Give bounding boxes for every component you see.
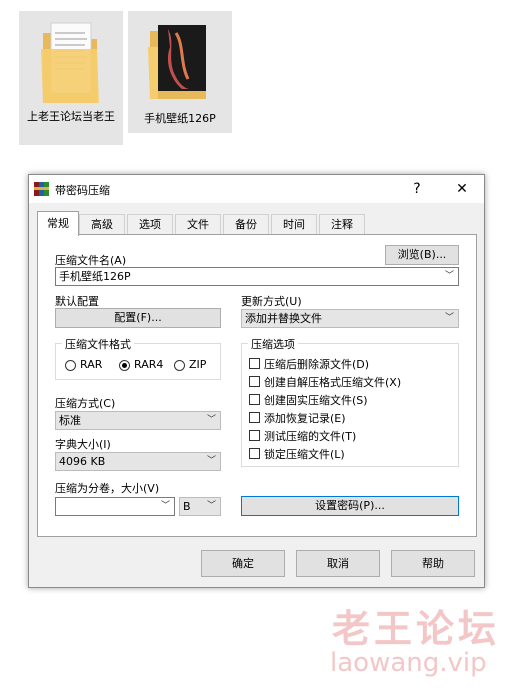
option-label: 添加恢复记录(E) xyxy=(264,412,346,425)
dict-label: 字典大小(I) xyxy=(55,438,111,451)
chevron-down-icon: ﹀ xyxy=(206,501,216,511)
method-label: 压缩方式(C) xyxy=(55,397,116,410)
file-label: 上老王论坛当老王 xyxy=(27,110,115,123)
option-label: 创建固实压缩文件(S) xyxy=(264,394,368,407)
set-password-button[interactable]: 设置密码(P)... xyxy=(241,496,459,516)
option-label: 锁定压缩文件(L) xyxy=(264,448,345,461)
option-label: 压缩后删除源文件(D) xyxy=(264,358,370,371)
chevron-down-icon: ﹀ xyxy=(444,313,454,323)
tab-advanced[interactable]: 高级 xyxy=(79,214,125,235)
tab-general[interactable]: 常规 xyxy=(37,211,79,236)
format-radio-rar[interactable] xyxy=(65,360,76,371)
close-icon[interactable]: ✕ xyxy=(452,179,472,199)
split-label: 压缩为分卷，大小(V) xyxy=(55,482,160,495)
help-button[interactable]: 帮助 xyxy=(391,550,475,577)
help-icon[interactable]: ? xyxy=(407,179,427,199)
option-checkbox[interactable] xyxy=(249,376,260,387)
archive-name-value: 手机壁纸126P xyxy=(59,270,131,283)
dialog-title: 带密码压缩 xyxy=(55,184,110,197)
tab-files[interactable]: 文件 xyxy=(175,214,221,235)
method-select[interactable]: 标准 ﹀ xyxy=(55,411,221,430)
tab-options[interactable]: 选项 xyxy=(127,214,173,235)
default-profile-label: 默认配置 xyxy=(55,295,99,308)
options-group-title: 压缩选项 xyxy=(248,336,298,352)
dict-value: 4096 KB xyxy=(59,455,106,468)
folder-icon xyxy=(41,22,99,103)
dict-select[interactable]: 4096 KB ﹀ xyxy=(55,452,221,471)
options-group: 压缩选项 压缩后删除源文件(D) 创建自解压格式压缩文件(X) 创建固实压缩文件… xyxy=(241,336,459,467)
split-size-combo[interactable]: ﹀ xyxy=(55,497,175,516)
option-checkbox[interactable] xyxy=(249,358,260,369)
format-label: RAR xyxy=(80,358,103,371)
chevron-down-icon: ﹀ xyxy=(160,501,170,511)
format-label: ZIP xyxy=(189,358,207,371)
format-radio-rar4[interactable] xyxy=(119,360,130,371)
folder-icon xyxy=(148,25,206,99)
split-unit-value: B xyxy=(183,500,191,513)
chevron-down-icon: ﹀ xyxy=(444,271,454,281)
chevron-down-icon: ﹀ xyxy=(206,456,216,466)
title-bar[interactable]: 带密码压缩 ? ✕ xyxy=(29,175,484,203)
ok-button[interactable]: 确定 xyxy=(201,550,285,577)
tab-backup[interactable]: 备份 xyxy=(223,214,269,235)
method-value: 标准 xyxy=(59,414,81,427)
option-checkbox[interactable] xyxy=(249,448,260,459)
file-item-wallpaper[interactable]: 手机壁纸126P xyxy=(128,11,232,133)
option-checkbox[interactable] xyxy=(249,430,260,441)
format-group: 压缩文件格式 RAR RAR4 ZIP xyxy=(55,336,221,380)
update-mode-select[interactable]: 添加并替换文件 ﹀ xyxy=(241,309,459,328)
archive-name-combo[interactable]: 手机壁纸126P ﹀ xyxy=(55,267,459,286)
file-item-laowang[interactable]: 上老王论坛当老王 xyxy=(19,11,123,145)
profile-button[interactable]: 配置(F)... xyxy=(55,308,221,328)
tab-comment[interactable]: 注释 xyxy=(319,214,365,235)
watermark-url: laowang.vip xyxy=(330,648,487,678)
format-radio-zip[interactable] xyxy=(174,360,185,371)
cancel-button[interactable]: 取消 xyxy=(296,550,380,577)
option-checkbox[interactable] xyxy=(249,394,260,405)
option-label: 测试压缩的文件(T) xyxy=(264,430,357,443)
winrar-icon xyxy=(34,182,49,196)
watermark-text: 老王论坛 xyxy=(332,607,501,651)
tab-time[interactable]: 时间 xyxy=(271,214,317,235)
update-mode-label: 更新方式(U) xyxy=(241,295,302,308)
format-label: RAR4 xyxy=(134,358,164,371)
update-mode-value: 添加并替换文件 xyxy=(245,312,322,325)
option-label: 创建自解压格式压缩文件(X) xyxy=(264,376,402,389)
archive-name-label: 压缩文件名(A) xyxy=(55,254,127,267)
format-group-title: 压缩文件格式 xyxy=(62,336,134,352)
general-panel: 压缩文件名(A) 浏览(B)... 手机壁纸126P ﹀ 默认配置 配置(F).… xyxy=(37,234,477,537)
chevron-down-icon: ﹀ xyxy=(206,415,216,425)
option-checkbox[interactable] xyxy=(249,412,260,423)
browse-button[interactable]: 浏览(B)... xyxy=(385,245,459,265)
file-label: 手机壁纸126P xyxy=(144,112,216,125)
split-unit-select[interactable]: B ﹀ xyxy=(179,497,221,516)
compress-dialog: 带密码压缩 ? ✕ 常规 高级 选项 文件 备份 时间 注释 压缩文件名(A) … xyxy=(28,174,485,588)
